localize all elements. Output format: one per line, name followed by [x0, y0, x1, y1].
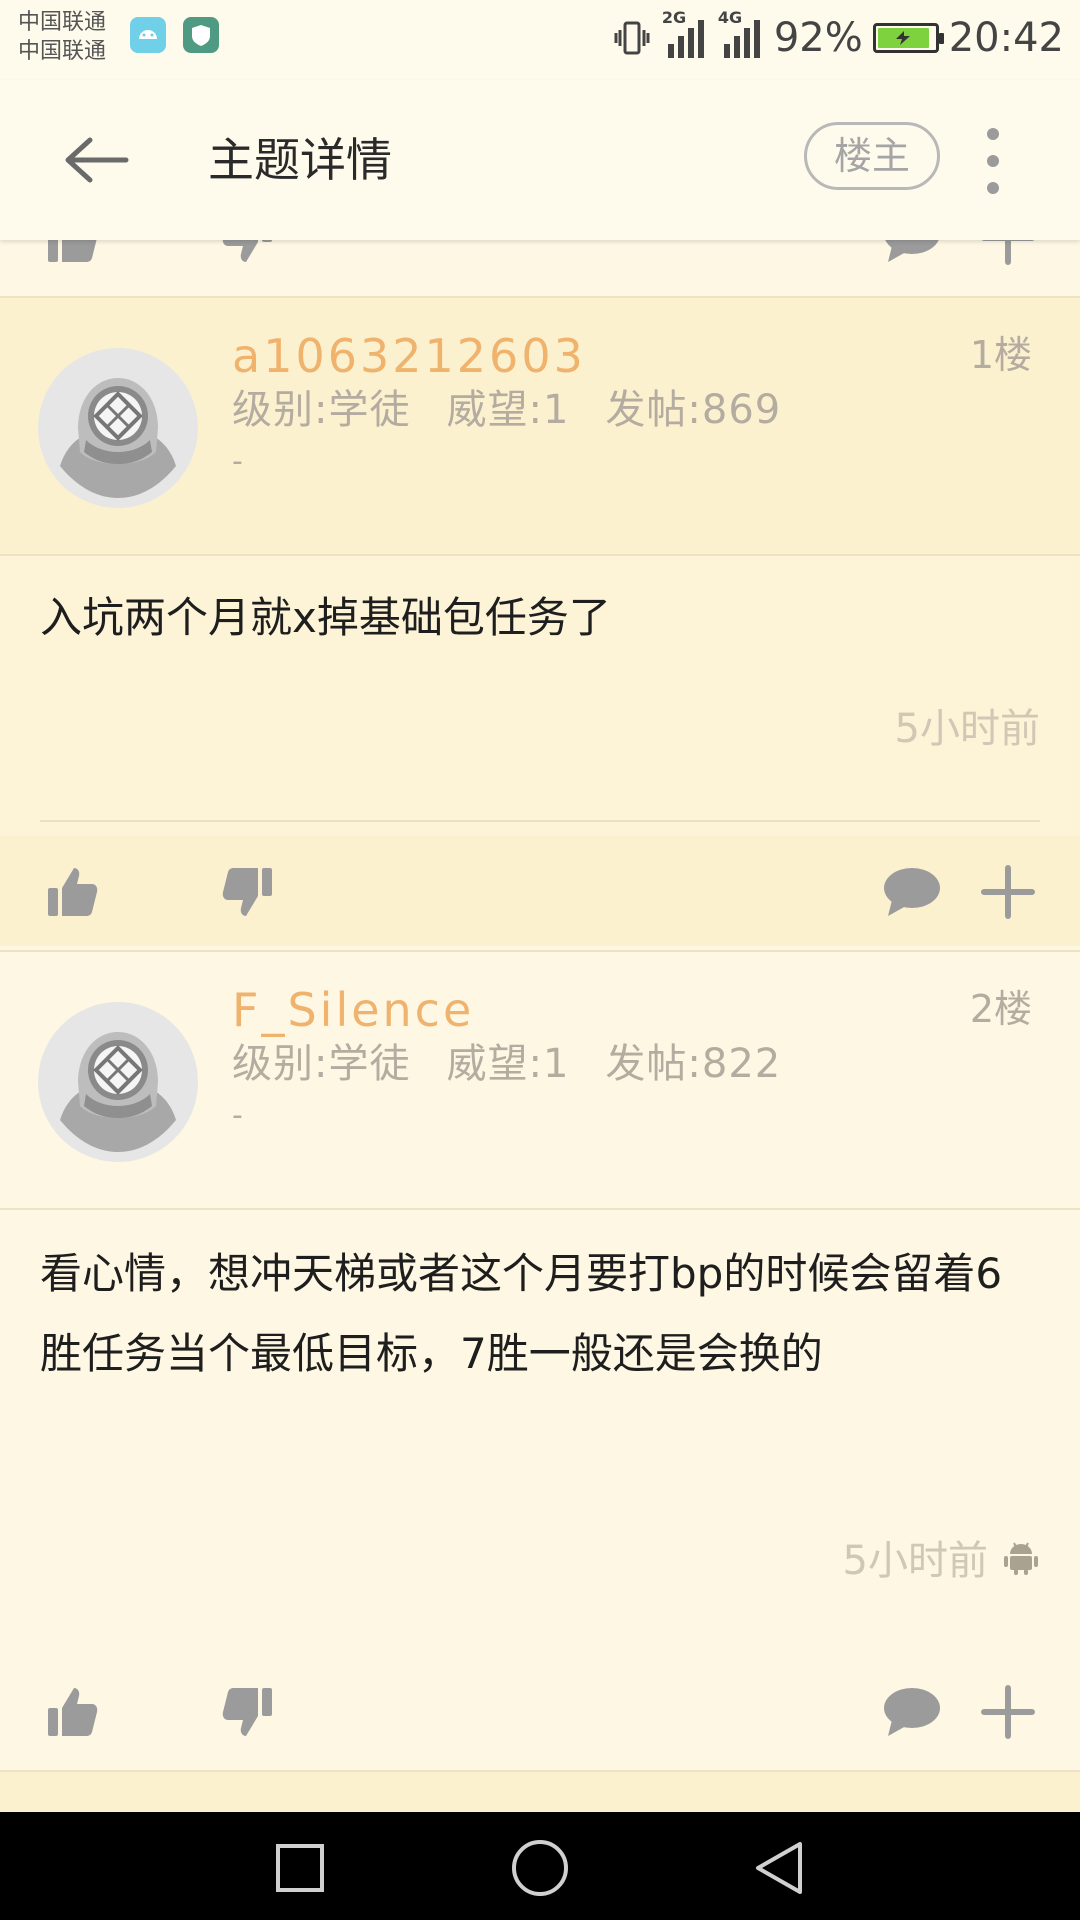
post-time: 5小时前 [894, 706, 1040, 752]
back-button[interactable] [62, 130, 132, 190]
username[interactable]: a1063212603 [232, 326, 586, 386]
more-options-button[interactable] [970, 126, 1016, 196]
system-nav-bar [0, 1812, 1080, 1920]
thumbs-down-icon[interactable] [220, 864, 276, 920]
post-action-row [0, 1656, 1080, 1766]
user-level: 级别:学徒 [232, 387, 411, 433]
user-post-count: 发帖:822 [605, 1041, 782, 1087]
post-content-area: 入坑两个月就x掉基础包任务了 5小时前 [0, 556, 1080, 836]
home-button[interactable] [510, 1838, 570, 1898]
avatar[interactable] [38, 1002, 198, 1162]
comment-icon[interactable] [882, 1684, 942, 1740]
floor-number: 1楼 [969, 333, 1032, 377]
op-only-button[interactable]: 楼主 [804, 122, 940, 190]
carrier-labels: 中国联通 中国联通 [18, 8, 106, 66]
battery-percent: 92% [773, 15, 863, 61]
recent-apps-button[interactable] [270, 1838, 330, 1898]
plus-icon[interactable] [980, 1684, 1036, 1740]
android-icon [1004, 1542, 1038, 1575]
page-title: 主题详情 [208, 133, 392, 187]
comment-icon[interactable] [882, 240, 942, 266]
thumbs-up-icon[interactable] [44, 240, 100, 266]
post-body: 入坑两个月就x掉基础包任务了 [40, 593, 611, 642]
user-prestige: 威望:1 [446, 387, 570, 433]
post-header[interactable]: F_Silence 级别:学徒 威望:1 发帖:822 - 2楼 [0, 952, 1080, 1208]
signal-2g: 2G [662, 8, 708, 60]
carrier-1: 中国联通 [18, 10, 107, 35]
shield-notification-icon [183, 17, 219, 53]
post-header[interactable]: a1063212603 级别:学徒 威望:1 发帖:869 - 1楼 [0, 298, 1080, 554]
post-list[interactable]: a1063212603 级别:学徒 威望:1 发帖:869 - 1楼 入坑两个月就x… [0, 240, 1080, 1812]
app-bar: 主题详情 楼主 [0, 80, 1080, 240]
next-post-partial [0, 1772, 1080, 1812]
post-content-area: 看心情，想冲天梯或者这个月要打bp的时候会留着6胜任务当个最低目标，7胜一般还是… [0, 1210, 1080, 1666]
plus-icon[interactable] [980, 864, 1036, 920]
plus-icon[interactable] [980, 240, 1036, 266]
thumbs-down-icon[interactable] [220, 1684, 276, 1740]
user-level: 级别:学徒 [232, 1041, 411, 1087]
status-icons: 2G 4G 92% 20:42 [612, 8, 1064, 64]
username[interactable]: F_Silence [232, 980, 474, 1040]
post-time: 5小时前 [843, 1528, 1040, 1586]
user-signature: - [232, 444, 243, 479]
vibrate-icon [614, 21, 650, 55]
avatar[interactable] [38, 348, 198, 508]
user-stats: 级别:学徒 威望:1 发帖:869 [232, 382, 817, 438]
user-stats: 级别:学徒 威望:1 发帖:822 [232, 1036, 817, 1092]
more-vertical-icon [987, 128, 999, 140]
action-row-previous [0, 240, 1080, 292]
thumbs-up-icon[interactable] [44, 1684, 100, 1740]
android-notification-icon [130, 17, 166, 53]
post-action-row [0, 836, 1080, 946]
post-body: 看心情，想冲天梯或者这个月要打bp的时候会留着6胜任务当个最低目标，7胜一般还是… [40, 1249, 1003, 1378]
floor-number: 2楼 [969, 987, 1032, 1031]
thumbs-up-icon[interactable] [44, 864, 100, 920]
user-signature: - [232, 1098, 243, 1133]
status-bar: 中国联通 中国联通 2G 4G 92% 20:42 [0, 0, 1080, 80]
clock: 20:42 [948, 15, 1064, 61]
thumbs-down-icon[interactable] [220, 240, 276, 266]
signal-4g: 4G [718, 8, 764, 60]
back-nav-button[interactable] [750, 1838, 810, 1898]
user-prestige: 威望:1 [446, 1041, 570, 1087]
user-post-count: 发帖:869 [605, 387, 782, 433]
arrow-left-icon [65, 137, 129, 183]
carrier-2: 中国联通 [18, 39, 107, 64]
comment-icon[interactable] [882, 864, 942, 920]
battery-icon [872, 23, 944, 53]
